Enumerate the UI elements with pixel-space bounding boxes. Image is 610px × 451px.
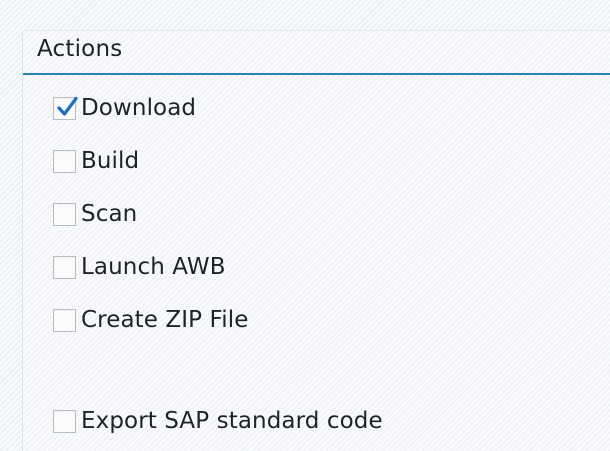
actions-group-title: Actions	[37, 36, 123, 62]
option-download[interactable]: Download	[53, 93, 196, 123]
export-sap-standard-code-checkbox[interactable]	[53, 409, 76, 433]
launch-awb-checkbox[interactable]	[53, 255, 76, 279]
option-launch-awb[interactable]: Launch AWB	[53, 252, 226, 282]
scan-checkbox[interactable]	[53, 202, 76, 226]
option-create-zip-file[interactable]: Create ZIP File	[53, 305, 248, 335]
scan-label: Scan	[81, 201, 138, 227]
download-label: Download	[81, 95, 197, 121]
create-zip-file-label: Create ZIP File	[81, 307, 249, 333]
create-zip-file-checkbox[interactable]	[53, 308, 76, 332]
option-scan[interactable]: Scan	[53, 199, 137, 229]
build-label: Build	[81, 148, 140, 174]
actions-panel: Actions Download Build Scan Launch AWB C…	[22, 30, 610, 451]
build-checkbox[interactable]	[53, 149, 76, 173]
option-build[interactable]: Build	[53, 146, 139, 176]
actions-group-header: Actions	[23, 31, 610, 75]
launch-awb-label: Launch AWB	[81, 254, 226, 280]
checkmark-icon	[57, 96, 78, 116]
download-checkbox[interactable]	[53, 96, 78, 120]
export-sap-standard-code-label: Export SAP standard code	[81, 408, 383, 434]
option-export-sap-standard-code[interactable]: Export SAP standard code	[53, 406, 383, 436]
